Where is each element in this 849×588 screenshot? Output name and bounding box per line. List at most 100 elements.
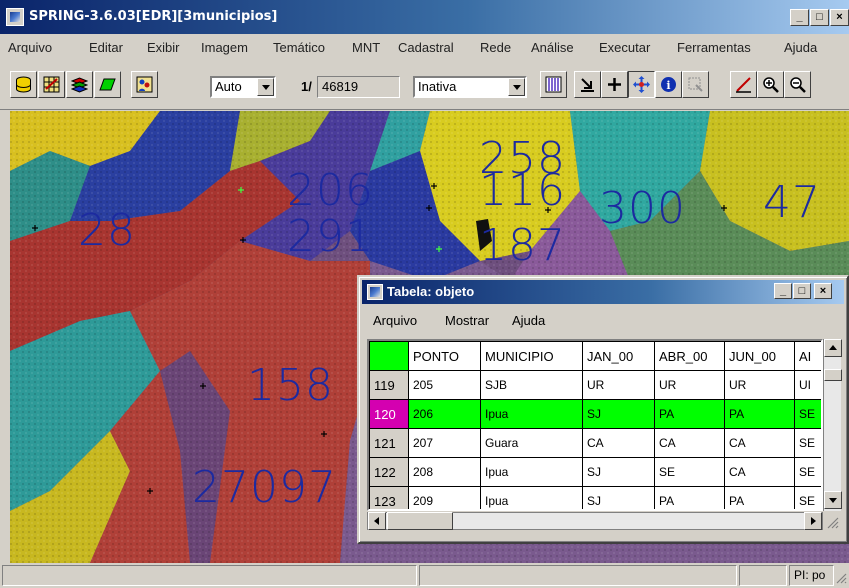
cell-ponto[interactable]: 208 xyxy=(408,457,481,487)
row-number[interactable]: 119 xyxy=(369,370,409,400)
table-minimize-button[interactable]: _ xyxy=(774,283,792,299)
row-number[interactable]: 120 xyxy=(369,399,409,429)
menu-rede[interactable]: Rede xyxy=(480,40,511,55)
cell-jun00[interactable]: CA xyxy=(724,428,795,458)
cell-jan00[interactable]: CA xyxy=(582,428,655,458)
cell-jun00[interactable]: CA xyxy=(724,457,795,487)
cell-ai[interactable]: SE xyxy=(794,399,821,429)
select-box-button[interactable] xyxy=(682,71,709,98)
chevron-down-icon[interactable] xyxy=(257,78,274,96)
table-row[interactable]: 121 207 Guara CA CA CA SE xyxy=(369,428,821,458)
cell-abr00[interactable]: UR xyxy=(654,370,725,400)
cell-municipio[interactable]: Ipua xyxy=(480,486,583,509)
vertical-scrollbar[interactable] xyxy=(823,339,842,511)
close-button[interactable]: × xyxy=(830,9,849,26)
cell-municipio[interactable]: Ipua xyxy=(480,457,583,487)
table-window-icon[interactable] xyxy=(367,284,383,300)
table-maximize-button[interactable]: □ xyxy=(793,283,811,299)
cell-jan00[interactable]: SJ xyxy=(582,399,655,429)
menu-executar[interactable]: Executar xyxy=(599,40,650,55)
scale-mode-select[interactable]: Auto xyxy=(210,76,276,98)
column-header-jun00[interactable]: JUN_00 xyxy=(724,341,795,371)
menu-imagem[interactable]: Imagem xyxy=(201,40,248,55)
cell-ai[interactable]: SE xyxy=(794,486,821,509)
scroll-down-button[interactable] xyxy=(824,491,842,509)
zoom-in-button[interactable] xyxy=(757,71,784,98)
zoom-out-button[interactable] xyxy=(784,71,811,98)
app-icon[interactable] xyxy=(6,8,24,26)
column-header-municipio[interactable]: MUNICIPIO xyxy=(480,341,583,371)
cell-jan00[interactable]: SJ xyxy=(582,457,655,487)
column-header-jan00[interactable]: JAN_00 xyxy=(582,341,655,371)
column-header-abr00[interactable]: ABR_00 xyxy=(654,341,725,371)
cell-abr00[interactable]: PA xyxy=(654,399,725,429)
row-number[interactable]: 121 xyxy=(369,428,409,458)
column-header-ponto[interactable]: PONTO xyxy=(408,341,481,371)
table-window-title-bar[interactable]: Tabela: objeto _ □ × xyxy=(362,280,844,304)
people-button[interactable] xyxy=(131,71,158,98)
cell-jan00[interactable]: SJ xyxy=(582,486,655,509)
scroll-left-button[interactable] xyxy=(368,512,386,530)
cell-municipio[interactable]: SJB xyxy=(480,370,583,400)
scroll-right-button[interactable] xyxy=(804,512,822,530)
column-header-ai[interactable]: AI xyxy=(794,341,821,371)
menu-arquivo[interactable]: Arquivo xyxy=(8,40,52,55)
table-menu-ajuda[interactable]: Ajuda xyxy=(512,313,545,328)
menu-ferramentas[interactable]: Ferramentas xyxy=(677,40,751,55)
minimize-button[interactable]: _ xyxy=(790,9,809,26)
menu-exibir[interactable]: Exibir xyxy=(147,40,180,55)
cell-ponto[interactable]: 206 xyxy=(408,399,481,429)
cell-ponto[interactable]: 207 xyxy=(408,428,481,458)
cell-ai[interactable]: SE xyxy=(794,457,821,487)
scale-input[interactable]: 46819 xyxy=(317,76,400,98)
table-row[interactable]: 119 205 SJB UR UR UR UI xyxy=(369,370,821,400)
menu-ajuda[interactable]: Ajuda xyxy=(784,40,817,55)
cell-abr00[interactable]: CA xyxy=(654,428,725,458)
state-select[interactable]: Inativa xyxy=(413,76,527,98)
menu-cadastral[interactable]: Cadastral xyxy=(398,40,454,55)
polygon-button[interactable] xyxy=(94,71,121,98)
horizontal-scrollbar[interactable] xyxy=(367,512,823,530)
cursor-select-button[interactable] xyxy=(574,71,601,98)
menu-tematico[interactable]: Temático xyxy=(273,40,325,55)
cell-jun00[interactable]: UR xyxy=(724,370,795,400)
select-all-cell[interactable] xyxy=(369,341,409,371)
cell-ponto[interactable]: 205 xyxy=(408,370,481,400)
row-number[interactable]: 122 xyxy=(369,457,409,487)
cell-jun00[interactable]: PA xyxy=(724,399,795,429)
table-row[interactable]: 123 209 Ipua SJ PA PA SE xyxy=(369,486,821,509)
info-button[interactable]: i xyxy=(655,71,682,98)
chevron-down-icon[interactable] xyxy=(508,78,525,96)
plus-button[interactable] xyxy=(601,71,628,98)
window-resize-grip-icon[interactable] xyxy=(835,572,847,584)
scroll-up-button[interactable] xyxy=(824,339,842,357)
cell-municipio[interactable]: Ipua xyxy=(480,399,583,429)
cell-abr00[interactable]: SE xyxy=(654,457,725,487)
table-row[interactable]: 122 208 Ipua SJ SE CA SE xyxy=(369,457,821,487)
menu-editar[interactable]: Editar xyxy=(89,40,123,55)
cell-jan00[interactable]: UR xyxy=(582,370,655,400)
cell-ai[interactable]: UI xyxy=(794,370,821,400)
columns-button[interactable] xyxy=(540,71,567,98)
cell-jun00[interactable]: PA xyxy=(724,486,795,509)
cell-ponto[interactable]: 209 xyxy=(408,486,481,509)
table-button[interactable] xyxy=(38,71,65,98)
attribute-table[interactable]: PONTO MUNICIPIO JAN_00 ABR_00 JUN_00 AI … xyxy=(367,339,823,511)
pan-button[interactable] xyxy=(628,71,655,98)
row-number[interactable]: 123 xyxy=(369,486,409,509)
resize-grip-icon[interactable] xyxy=(825,515,839,529)
cell-municipio[interactable]: Guara xyxy=(480,428,583,458)
menu-analise[interactable]: Análise xyxy=(531,40,574,55)
cell-ai[interactable]: SE xyxy=(794,428,821,458)
horizontal-scroll-thumb[interactable] xyxy=(387,512,453,530)
edit-line-button[interactable] xyxy=(730,71,757,98)
layers-button[interactable] xyxy=(66,71,93,98)
table-menu-mostrar[interactable]: Mostrar xyxy=(445,313,489,328)
database-button[interactable] xyxy=(10,71,37,98)
table-close-button[interactable]: × xyxy=(814,283,832,299)
vertical-scroll-thumb[interactable] xyxy=(824,369,842,381)
menu-mnt[interactable]: MNT xyxy=(352,40,380,55)
table-menu-arquivo[interactable]: Arquivo xyxy=(373,313,417,328)
table-row-selected[interactable]: 120 206 Ipua SJ PA PA SE xyxy=(369,399,821,429)
cell-abr00[interactable]: PA xyxy=(654,486,725,509)
